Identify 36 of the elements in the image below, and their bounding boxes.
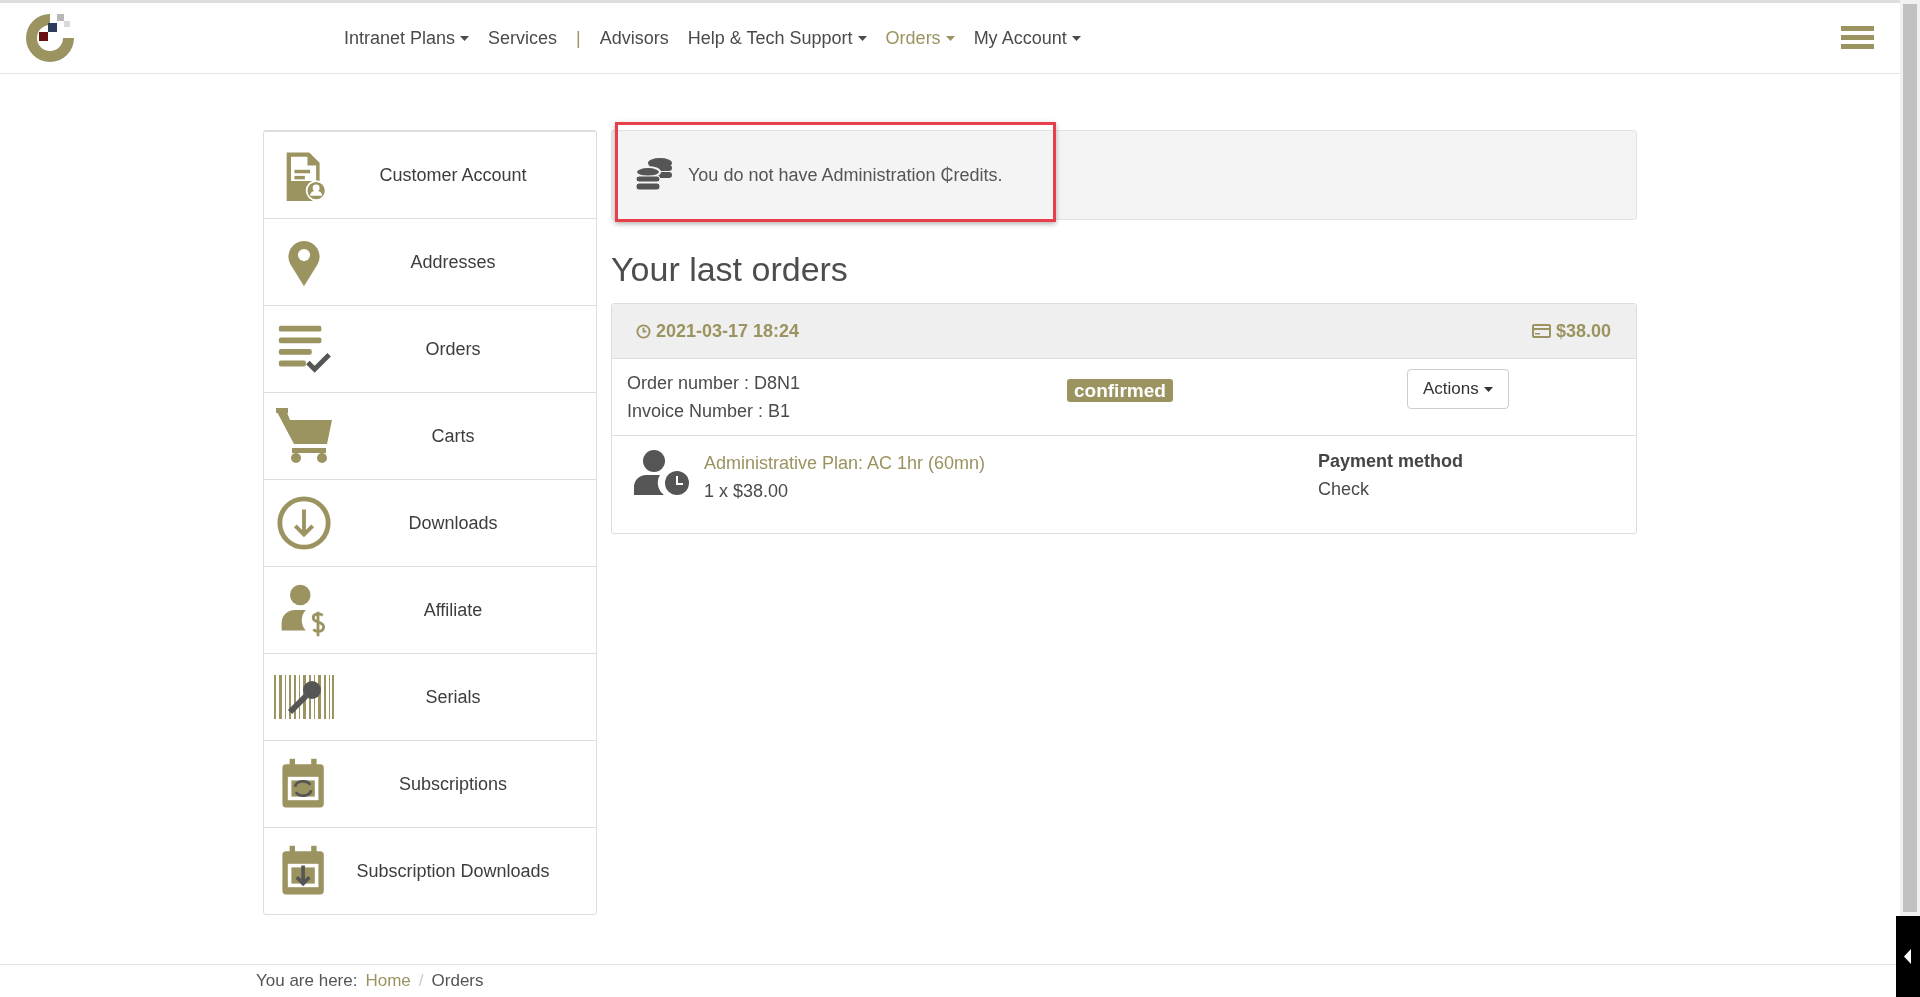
nav-link[interactable]: My Account	[973, 27, 1081, 49]
coins-icon	[634, 157, 674, 193]
caret-icon	[1483, 387, 1493, 392]
breadcrumb-separator: /	[418, 971, 424, 991]
order-date: 2021-03-17 18:24	[656, 320, 800, 342]
invoice-number: Invoice Number : B1	[627, 400, 792, 423]
sidebar-item[interactable]: Addresses	[264, 218, 596, 305]
actions-button[interactable]: Actions	[1407, 369, 1509, 409]
nav-link[interactable]: Services	[488, 27, 558, 49]
breadcrumb-current: Orders	[431, 971, 484, 991]
credit-card-icon	[1531, 324, 1551, 338]
sidebar-item[interactable]: Customer Account	[264, 131, 596, 218]
menu-icon[interactable]	[1841, 26, 1874, 50]
clock-icon	[636, 323, 651, 339]
payment-label: Payment method	[1318, 450, 1464, 473]
sidebar-item[interactable]: Subscriptions	[264, 740, 596, 827]
breadcrumb-label: You are here:	[256, 971, 358, 991]
order-number: Order number : D8N1	[627, 372, 802, 395]
sidebar-item[interactable]: Serials	[264, 653, 596, 740]
sidebar-item[interactable]: Orders	[264, 305, 596, 392]
order-total: $38.00	[1555, 320, 1611, 342]
barcode-key-icon	[274, 675, 334, 719]
sidebar-item[interactable]: Subscription Downloads	[264, 827, 596, 914]
nav-link[interactable]: Advisors	[599, 27, 669, 49]
nav-link[interactable]: Help & Tech Support	[687, 27, 867, 49]
payment-value: Check	[1318, 478, 1371, 501]
sidebar-item[interactable]: Affiliate	[264, 566, 596, 653]
notice-text: You do not have Administration ₵redits.	[688, 164, 1003, 186]
sidebar-item[interactable]: Downloads	[264, 479, 596, 566]
status-badge: confirmed	[1067, 379, 1173, 402]
sidebar-item[interactable]: Carts	[264, 392, 596, 479]
download-icon	[275, 494, 333, 552]
quantity-price: 1 x $38.00	[704, 480, 790, 503]
nav-separator: |	[576, 27, 581, 49]
nav-link[interactable]: Intranet Plans	[344, 27, 470, 49]
section-heading: Your last orders	[611, 250, 849, 289]
